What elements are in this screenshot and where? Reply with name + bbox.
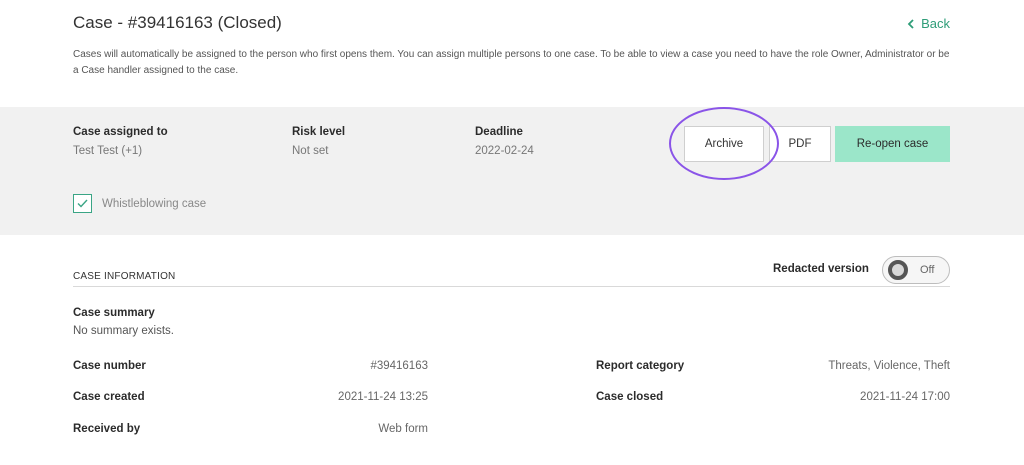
case-summary-value: No summary exists. — [73, 325, 174, 337]
report-category-label: Report category — [596, 360, 685, 372]
report-category-value: Threats, Violence, Theft — [828, 360, 950, 372]
deadline-field: Deadline 2022-02-24 — [475, 126, 534, 157]
case-summary-panel: Case assigned to Test Test (+1) Risk lev… — [0, 107, 1024, 235]
back-label: Back — [921, 16, 950, 31]
section-divider — [73, 286, 950, 287]
case-number-label: Case number — [73, 360, 146, 372]
assigned-label: Case assigned to — [73, 126, 168, 138]
case-information-title: CASE INFORMATION — [73, 271, 176, 282]
received-by-label: Received by — [73, 423, 141, 435]
redacted-version-label: Redacted version — [773, 263, 869, 275]
whistleblowing-checkbox[interactable] — [73, 194, 92, 213]
case-created-value: 2021-11-24 13:25 — [338, 391, 428, 403]
whistleblowing-label: Whistleblowing case — [102, 197, 207, 210]
deadline-value[interactable]: 2022-02-24 — [475, 145, 534, 157]
assigned-value[interactable]: Test Test (+1) — [73, 145, 168, 157]
page-title: Case - #39416163 (Closed) — [73, 13, 282, 32]
case-number-value: #39416163 — [370, 360, 428, 372]
case-closed-value: 2021-11-24 17:00 — [860, 391, 950, 403]
pdf-button[interactable]: PDF — [769, 126, 831, 162]
archive-button[interactable]: Archive — [684, 126, 764, 162]
back-link[interactable]: Back — [907, 16, 950, 31]
checkmark-icon — [77, 199, 88, 208]
toggle-state-label: Off — [920, 264, 935, 276]
risk-field: Risk level Not set — [292, 126, 345, 157]
whistleblowing-option: Whistleblowing case — [73, 194, 206, 213]
toggle-knob — [888, 260, 908, 280]
reopen-case-button[interactable]: Re-open case — [835, 126, 950, 162]
redacted-version-toggle[interactable]: Off — [882, 256, 950, 284]
deadline-label: Deadline — [475, 126, 523, 138]
assigned-field: Case assigned to Test Test (+1) — [73, 126, 168, 157]
risk-value[interactable]: Not set — [292, 145, 345, 157]
risk-label: Risk level — [292, 126, 346, 138]
case-closed-label: Case closed — [596, 391, 664, 403]
received-by-value: Web form — [378, 423, 428, 435]
chevron-left-icon — [907, 18, 914, 29]
case-summary-label: Case summary — [73, 307, 155, 319]
page-description: Cases will automatically be assigned to … — [73, 49, 950, 76]
case-created-label: Case created — [73, 391, 145, 403]
